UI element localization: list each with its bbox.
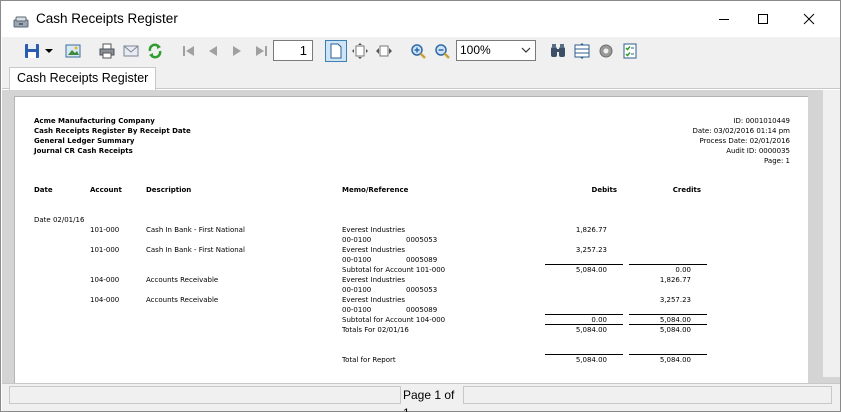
previous-page-icon[interactable] [202, 40, 224, 62]
title-bar: Cash Receipts Register [1, 1, 840, 37]
fit-width-icon[interactable] [373, 40, 395, 62]
report-viewer-window: Cash Receipts Register 1 100% Cash Recei… [0, 0, 841, 412]
line-description: Accounts Receivable [146, 296, 219, 304]
line-account: 104-000 [90, 296, 120, 304]
subtotal-101-debit: 5,084.00 [575, 266, 607, 274]
zoom-dropdown[interactable]: 100% [456, 40, 536, 61]
tab-strip: Cash Receipts Register [2, 65, 840, 90]
column-header-memo: Memo/Reference [342, 186, 409, 194]
column-header-debits: Debits [591, 186, 617, 194]
save-dropdown-icon[interactable] [43, 40, 55, 62]
line-account: 104-000 [90, 276, 120, 284]
column-header-account: Account [90, 186, 122, 194]
single-page-icon[interactable] [325, 40, 347, 62]
company-name: Acme Manufacturing Company [34, 117, 155, 125]
status-panel-right [463, 386, 832, 404]
checklist-icon[interactable] [619, 40, 641, 62]
subtotal-104-label: Subtotal for Account 104-000 [342, 316, 446, 324]
line-description: Cash In Bank - First National [146, 226, 245, 234]
cash-drawer-icon [13, 13, 29, 28]
line-reference-number: 0005089 [406, 256, 438, 264]
chevron-down-icon [521, 47, 531, 53]
line-description: Accounts Receivable [146, 276, 219, 284]
line-reference-dept: 00-0100 [342, 236, 372, 244]
next-page-icon[interactable] [226, 40, 248, 62]
report-total-label: Total for Report [342, 356, 396, 364]
zoom-value: 100% [460, 43, 491, 57]
find-icon[interactable] [547, 40, 569, 62]
line-memo: Everest Industries [342, 226, 406, 234]
save-icon[interactable] [21, 40, 43, 62]
report-title: Cash Receipts Register By Receipt Date [34, 127, 191, 135]
process-date: Process Date: 02/01/2016 [699, 137, 790, 145]
line-reference-dept: 00-0100 [342, 306, 372, 314]
line-reference-dept: 00-0100 [342, 286, 372, 294]
status-panel-left [9, 386, 401, 404]
report-total-credit: 5,084.00 [659, 356, 691, 364]
zoom-out-icon[interactable] [431, 40, 453, 62]
line-reference-number: 0005053 [406, 286, 438, 294]
fit-page-icon[interactable] [349, 40, 371, 62]
report-date: Date: 03/02/2016 01:14 pm [692, 127, 790, 135]
subtotal-101-credit: 0.00 [675, 266, 691, 274]
report-total-debit: 5,084.00 [575, 356, 607, 364]
date-total-label: Totals For 02/01/16 [342, 326, 409, 334]
journal-name: Journal CR Cash Receipts [34, 147, 133, 155]
page-count-status: Page 1 of 1 [403, 388, 455, 412]
column-header-credits: Credits [672, 186, 701, 194]
status-bar: Page 1 of 1 [2, 383, 840, 412]
date-group-label: Date 02/01/16 [34, 216, 85, 224]
first-page-icon[interactable] [178, 40, 200, 62]
toolbar: 1 100% [2, 37, 840, 65]
line-account: 101-000 [90, 226, 120, 234]
line-debit: 1,826.77 [575, 226, 607, 234]
vertical-scrollbar[interactable] [823, 90, 840, 377]
line-reference-number: 0005089 [406, 306, 438, 314]
column-header-date: Date [34, 186, 53, 194]
line-credit: 1,826.77 [659, 276, 691, 284]
line-account: 101-000 [90, 246, 120, 254]
line-description: Cash In Bank - First National [146, 246, 245, 254]
close-button[interactable] [786, 1, 832, 37]
report-page: Acme Manufacturing Company Cash Receipts… [14, 96, 808, 383]
line-debit: 3,257.23 [575, 246, 607, 254]
refresh-icon[interactable] [144, 40, 166, 62]
page-indicator: Page: 1 [764, 157, 790, 165]
page-setup-icon[interactable] [571, 40, 593, 62]
line-memo: Everest Industries [342, 296, 406, 304]
line-reference-dept: 00-0100 [342, 256, 372, 264]
subtotal-101-label: Subtotal for Account 101-000 [342, 266, 446, 274]
email-icon[interactable] [120, 40, 142, 62]
report-viewport: Acme Manufacturing Company Cash Receipts… [2, 90, 840, 383]
line-memo: Everest Industries [342, 276, 406, 284]
date-total-debit: 5,084.00 [575, 326, 607, 334]
tab-cash-receipts-register[interactable]: Cash Receipts Register [9, 67, 157, 90]
window-title: Cash Receipts Register [36, 11, 178, 26]
last-page-icon[interactable] [250, 40, 272, 62]
line-credit: 3,257.23 [659, 296, 691, 304]
line-memo: Everest Industries [342, 246, 406, 254]
settings-icon[interactable] [595, 40, 617, 62]
image-icon[interactable] [62, 40, 84, 62]
report-subtitle: General Ledger Summary [34, 137, 135, 145]
print-icon[interactable] [96, 40, 118, 62]
line-reference-number: 0005053 [406, 236, 438, 244]
report-id: ID: 0001010449 [733, 117, 790, 125]
column-header-description: Description [146, 186, 192, 194]
date-total-credit: 5,084.00 [659, 326, 691, 334]
maximize-button[interactable] [740, 1, 786, 37]
audit-id: Audit ID: 0000035 [726, 147, 790, 155]
zoom-in-icon[interactable] [407, 40, 429, 62]
page-number-input[interactable]: 1 [273, 40, 313, 61]
